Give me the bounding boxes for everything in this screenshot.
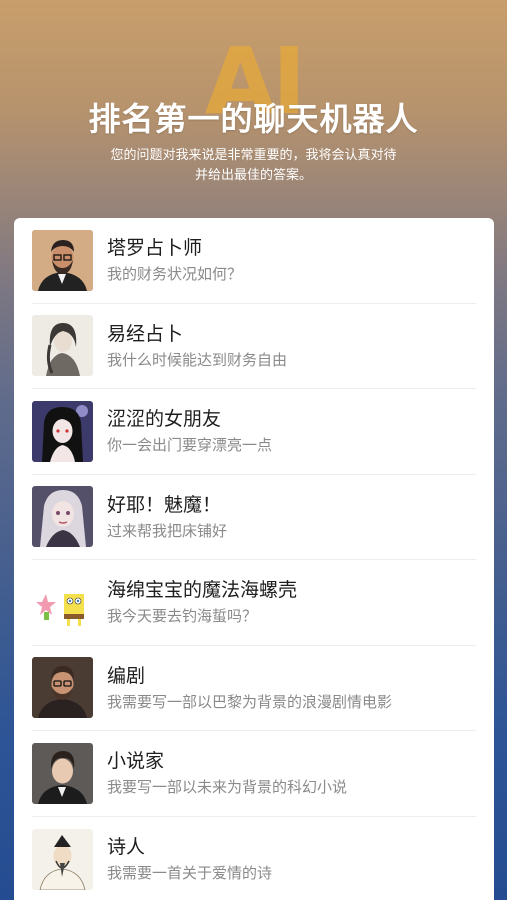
bot-prompt: 你一会出门要穿漂亮一点 [107, 436, 273, 455]
bot-item-poet[interactable]: 诗人 我需要一首关于爱情的诗 [32, 817, 476, 900]
subtitle-line-1: 您的问题对我来说是非常重要的，我将会认真对待 [110, 148, 397, 163]
bot-item-spongebob[interactable]: 海绵宝宝的魔法海螺壳 我今天要去钓海蜇吗？ [32, 560, 476, 646]
avatar [32, 742, 93, 804]
bot-prompt: 过来帮我把床铺好 [107, 521, 228, 540]
bot-prompt: 我要写一部以未来为背景的科幻小说 [107, 778, 348, 797]
bot-list: 塔罗占卜师 我的财务状况如何？ 易经占卜 我什么时候能达到财务自由 涩涩的女朋友… [14, 218, 494, 900]
bot-name: 编剧 [107, 664, 146, 687]
page-header: 排名第一的聊天机器人 您的问题对我来说是非常重要的，我将会认真对待 并给出最佳的… [0, 94, 507, 186]
page-subtitle: 您的问题对我来说是非常重要的，我将会认真对待 并给出最佳的答案。 [84, 146, 424, 186]
subtitle-line-2: 并给出最佳的答案。 [194, 168, 312, 183]
bot-prompt: 我需要写一部以巴黎为背景的浪漫剧情电影 [107, 692, 393, 711]
bot-item-girlfriend[interactable]: 涩涩的女朋友 你一会出门要穿漂亮一点 [32, 389, 476, 475]
bot-name: 海绵宝宝的魔法海螺壳 [107, 579, 298, 602]
bot-item-yijing[interactable]: 易经占卜 我什么时候能达到财务自由 [32, 304, 476, 389]
bot-prompt: 我的财务状况如何？ [107, 265, 243, 284]
avatar [32, 657, 93, 719]
bot-name: 诗人 [107, 836, 146, 859]
bot-prompt: 我什么时候能达到财务自由 [107, 350, 288, 369]
bot-name: 塔罗占卜师 [107, 237, 203, 260]
avatar [32, 486, 93, 548]
page-title: 排名第一的聊天机器人 [88, 100, 419, 138]
avatar [32, 229, 93, 291]
avatar [32, 571, 93, 633]
avatar [32, 828, 93, 890]
bot-prompt: 我今天要去钓海蜇吗？ [107, 607, 258, 626]
bot-item-tarot[interactable]: 塔罗占卜师 我的财务状况如何？ [32, 218, 476, 304]
bot-prompt: 我需要一首关于爱情的诗 [107, 864, 273, 883]
bot-name: 易经占卜 [107, 322, 184, 345]
bot-item-succubus[interactable]: 好耶！魅魔！ 过来帮我把床铺好 [32, 475, 476, 560]
bot-name: 涩涩的女朋友 [107, 408, 222, 431]
bot-item-screenwriter[interactable]: 编剧 我需要写一部以巴黎为背景的浪漫剧情电影 [32, 646, 476, 731]
bot-item-novelist[interactable]: 小说家 我要写一部以未来为背景的科幻小说 [32, 731, 476, 817]
avatar [32, 400, 93, 462]
bot-name: 好耶！魅魔！ [107, 493, 222, 516]
bot-name: 小说家 [107, 750, 165, 773]
avatar [32, 315, 93, 377]
